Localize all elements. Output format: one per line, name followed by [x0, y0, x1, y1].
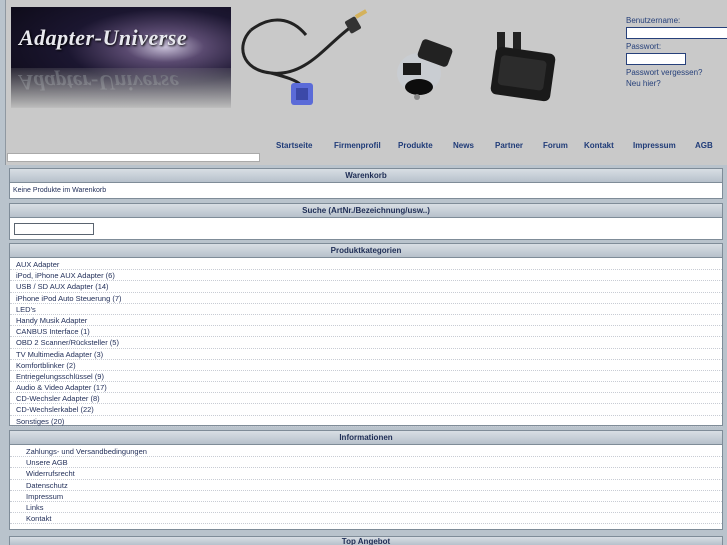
- list-item[interactable]: CD-Wechslerkabel (22): [10, 404, 722, 416]
- list-item[interactable]: Links: [10, 502, 722, 514]
- info-link[interactable]: Unsere AGB: [26, 458, 68, 467]
- list-item[interactable]: CD-Wechsler Adapter (8): [10, 393, 722, 405]
- header-bar: [7, 153, 260, 162]
- adapter-module-image: [490, 32, 556, 102]
- category-list: AUX Adapter iPod, iPhone AUX Adapter (6)…: [10, 258, 722, 427]
- info-link[interactable]: Links: [26, 503, 44, 512]
- nav-partner[interactable]: Partner: [495, 141, 523, 150]
- list-item[interactable]: Komfortblinker (2): [10, 360, 722, 371]
- usb-car-charger-image: [397, 39, 453, 100]
- info-link[interactable]: Kontakt: [26, 514, 51, 523]
- category-link[interactable]: Handy Musik Adapter: [16, 316, 87, 325]
- list-item[interactable]: Audio & Video Adapter (17): [10, 382, 722, 394]
- password-input[interactable]: [626, 53, 686, 65]
- password-label: Passwort:: [626, 42, 662, 51]
- search-title: Suche (ArtNr./Bezeichnung/usw..): [10, 204, 722, 218]
- list-item[interactable]: OBD 2 Scanner/Rücksteller (5): [10, 337, 722, 349]
- list-item[interactable]: TV Multimedia Adapter (3): [10, 349, 722, 360]
- category-link[interactable]: AUX Adapter: [16, 260, 59, 269]
- nav-firmenprofil[interactable]: Firmenprofil: [334, 141, 381, 150]
- top-offer-title: Top Angebot: [10, 537, 722, 545]
- categories-title: Produktkategorien: [10, 244, 722, 258]
- category-link[interactable]: iPhone iPod Auto Steuerung (7): [16, 294, 122, 303]
- logo-text: Adapter-Universe: [19, 25, 188, 50]
- category-link[interactable]: CANBUS Interface (1): [16, 327, 90, 336]
- login-form: Benutzername: Passwort: Passwort vergess…: [626, 16, 727, 90]
- nav-kontakt[interactable]: Kontakt: [584, 141, 614, 150]
- list-item[interactable]: CANBUS Interface (1): [10, 326, 722, 338]
- nav-startseite[interactable]: Startseite: [276, 141, 312, 150]
- list-item[interactable]: Widerrufsrecht: [10, 468, 722, 480]
- list-item[interactable]: Zahlungs- und Versandbedingungen: [10, 446, 722, 458]
- nav-forum[interactable]: Forum: [543, 141, 568, 150]
- info-link[interactable]: Zahlungs- und Versandbedingungen: [26, 447, 147, 456]
- list-item[interactable]: Impressum: [10, 491, 722, 502]
- main-navigation: Startseite Firmenprofil Produkte News Pa…: [0, 141, 727, 153]
- cart-empty-text: Keine Produkte im Warenkorb: [13, 187, 107, 194]
- list-item[interactable]: Handy Musik Adapter: [10, 315, 722, 327]
- category-link[interactable]: TV Multimedia Adapter (3): [16, 350, 103, 359]
- list-item[interactable]: Entriegelungsschlüssel (9): [10, 371, 722, 383]
- category-link[interactable]: Audio & Video Adapter (17): [16, 383, 107, 392]
- category-link[interactable]: USB / SD AUX Adapter (14): [16, 282, 109, 291]
- list-item[interactable]: Datenschutz: [10, 480, 722, 491]
- category-link[interactable]: LED's: [16, 305, 36, 314]
- info-link[interactable]: Impressum: [26, 492, 63, 501]
- info-link[interactable]: Widerrufsrecht: [26, 469, 75, 478]
- category-link[interactable]: iPod, iPhone AUX Adapter (6): [16, 271, 115, 280]
- nav-news[interactable]: News: [453, 141, 474, 150]
- cart-box: Warenkorb Keine Produkte im Warenkorb: [9, 168, 723, 199]
- category-link[interactable]: Komfortblinker (2): [16, 361, 76, 370]
- list-item[interactable]: Unsere AGB: [10, 457, 722, 469]
- category-link[interactable]: OBD 2 Scanner/Rücksteller (5): [16, 338, 119, 347]
- logo-reflection-fade: [11, 68, 231, 108]
- info-link[interactable]: Datenschutz: [26, 481, 68, 490]
- register-link[interactable]: Neu hier?: [626, 79, 727, 88]
- list-item[interactable]: USB / SD AUX Adapter (14): [10, 281, 722, 293]
- nav-impressum[interactable]: Impressum: [633, 141, 676, 150]
- list-item[interactable]: iPhone iPod Auto Steuerung (7): [10, 293, 722, 304]
- category-link[interactable]: Entriegelungsschlüssel (9): [16, 372, 104, 381]
- category-link[interactable]: CD-Wechsler Adapter (8): [16, 394, 100, 403]
- top-offer-box: Top Angebot: [9, 536, 723, 545]
- list-item[interactable]: iPod, iPhone AUX Adapter (6): [10, 270, 722, 282]
- nav-agb[interactable]: AGB: [695, 141, 713, 150]
- categories-box: Produktkategorien AUX Adapter iPod, iPho…: [9, 243, 723, 427]
- info-title: Informationen: [10, 431, 722, 445]
- list-item[interactable]: LED's: [10, 304, 722, 315]
- username-label: Benutzername:: [626, 16, 681, 25]
- category-link[interactable]: CD-Wechslerkabel (22): [16, 405, 94, 414]
- list-item[interactable]: AUX Adapter: [10, 259, 722, 271]
- list-item[interactable]: Sonstiges (20): [10, 416, 722, 427]
- category-link[interactable]: Sonstiges (20): [16, 417, 64, 426]
- username-input[interactable]: [626, 27, 727, 39]
- cart-title: Warenkorb: [10, 169, 722, 183]
- nav-produkte[interactable]: Produkte: [398, 141, 433, 150]
- info-list: Zahlungs- und Versandbedingungen Unsere …: [10, 445, 722, 525]
- search-input[interactable]: [14, 223, 94, 235]
- list-item[interactable]: Kontakt: [10, 513, 722, 525]
- search-box: Suche (ArtNr./Bezeichnung/usw..): [9, 203, 723, 240]
- aux-cable-image: [241, 9, 368, 105]
- info-box: Informationen Zahlungs- und Versandbedin…: [9, 430, 723, 530]
- forgot-password-link[interactable]: Passwort vergessen?: [626, 68, 727, 77]
